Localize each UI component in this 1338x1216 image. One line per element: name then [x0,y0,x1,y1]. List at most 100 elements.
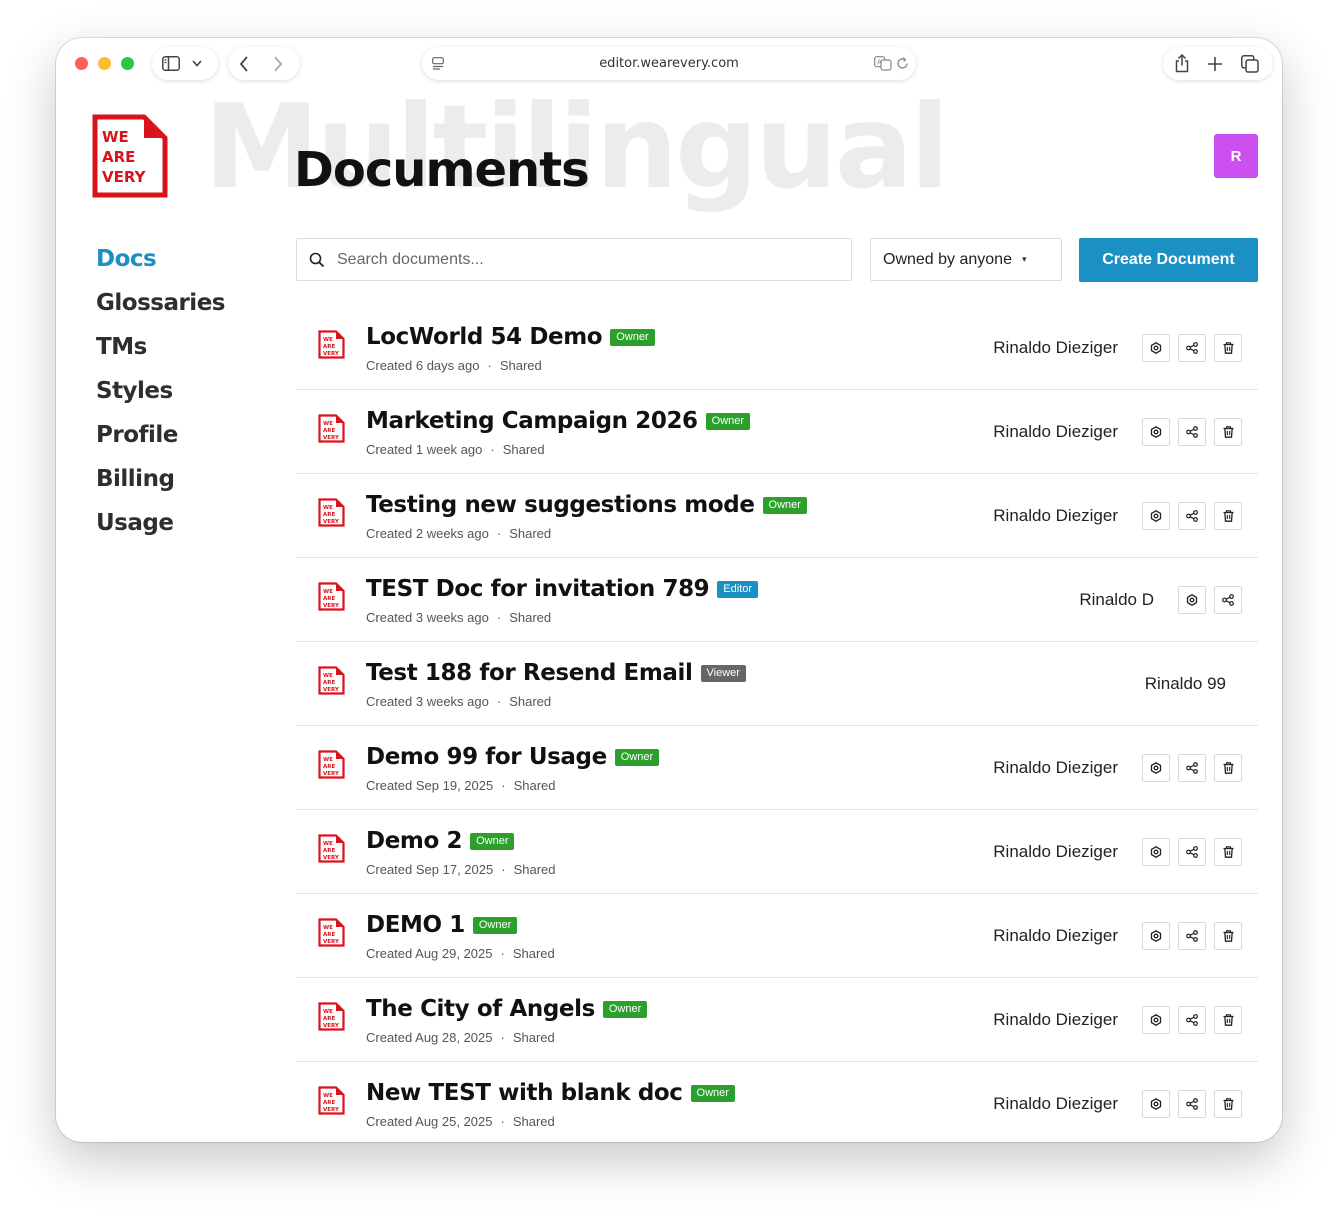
delete-button[interactable] [1214,502,1242,530]
document-title[interactable]: Marketing Campaign 2026 [366,408,698,434]
delete-button[interactable] [1214,418,1242,446]
avatar[interactable]: R [1214,134,1258,178]
shared-status: Shared [512,946,555,961]
sidebar-item-tms[interactable]: TMs [96,331,225,375]
document-actions: Rinaldo Dieziger [993,390,1242,474]
owner-name: Rinaldo Dieziger [993,758,1118,777]
translate-icon[interactable]: A [874,56,892,71]
new-tab-button[interactable] [1208,56,1222,71]
sidebar-item-docs[interactable]: Docs [96,243,225,287]
document-file-icon: WE ARE VERY [318,582,345,611]
share-button[interactable] [1178,1090,1206,1118]
svg-text:ARE: ARE [323,596,335,602]
document-title[interactable]: LocWorld 54 Demo [366,324,603,350]
create-document-button[interactable]: Create Document [1079,238,1258,282]
gear-icon [1150,510,1162,522]
share-button[interactable] [1178,922,1206,950]
reload-icon[interactable] [896,57,909,70]
document-row[interactable]: WE ARE VERY Testing new suggestions mode… [296,474,1258,558]
settings-button[interactable] [1142,418,1170,446]
role-badge: Owner [690,1084,735,1102]
document-row[interactable]: WE ARE VERY TEST Doc for invitation 789 E… [296,558,1258,642]
settings-button[interactable] [1142,502,1170,530]
sidebar-item-billing[interactable]: Billing [96,463,225,507]
sidebar-icon [162,56,180,71]
owner-name: Rinaldo Dieziger [993,506,1118,525]
search-input[interactable] [335,249,819,270]
gear-icon [1150,762,1162,774]
svg-text:VERY: VERY [323,855,340,861]
settings-button[interactable] [1142,1090,1170,1118]
meta-separator: · [496,610,502,625]
sidebar-toggle[interactable] [152,47,218,80]
delete-button[interactable] [1214,922,1242,950]
document-title[interactable]: Test 188 for Resend Email [366,660,693,686]
sidebar-item-styles[interactable]: Styles [96,375,225,419]
share-button[interactable] [1178,418,1206,446]
trash-icon [1223,1014,1234,1026]
document-title[interactable]: Testing new suggestions mode [366,492,755,518]
document-file-icon: WE ARE VERY [318,1086,345,1115]
delete-button[interactable] [1214,334,1242,362]
meta-separator: · [496,526,502,541]
sidebar-item-glossaries[interactable]: Glossaries [96,287,225,331]
document-row[interactable]: WE ARE VERY Marketing Campaign 2026 Owner… [296,390,1258,474]
document-row[interactable]: WE ARE VERY DEMO 1 Owner Created Aug 29, 2… [296,894,1258,978]
settings-button[interactable] [1142,754,1170,782]
share-button[interactable] [1178,334,1206,362]
share-button[interactable] [1178,1006,1206,1034]
settings-button[interactable] [1142,1006,1170,1034]
share-icon [1222,594,1234,606]
document-row[interactable]: WE ARE VERY The City of Angels Owner Creat… [296,978,1258,1062]
delete-button[interactable] [1214,1006,1242,1034]
role-badge: Owner [602,1000,648,1018]
document-file-icon: WE ARE VERY [318,498,345,527]
delete-button[interactable] [1214,1090,1242,1118]
settings-button[interactable] [1142,334,1170,362]
document-row[interactable]: WE ARE VERY Test 188 for Resend Email Vie… [296,642,1258,726]
role-badge: Owner [610,328,655,346]
search-icon [309,252,325,267]
owner-filter-select[interactable]: Owned by anyone ▾ [870,238,1062,281]
share-button[interactable] [1178,754,1206,782]
share-button[interactable] [1178,838,1206,866]
share-button[interactable] [1178,502,1206,530]
document-row[interactable]: WE ARE VERY LocWorld 54 Demo Owner Created… [296,306,1258,390]
document-row[interactable]: WE ARE VERY Demo 99 for Usage Owner Create… [296,726,1258,810]
settings-button[interactable] [1178,586,1206,614]
gear-icon [1150,846,1162,858]
zoom-window-button[interactable] [121,57,134,70]
delete-button[interactable] [1214,838,1242,866]
sidebar-item-usage[interactable]: Usage [96,507,225,551]
minimize-window-button[interactable] [98,57,111,70]
settings-button[interactable] [1142,922,1170,950]
document-title[interactable]: TEST Doc for invitation 789 [366,576,710,602]
close-window-button[interactable] [75,57,88,70]
document-title[interactable]: Demo 2 [366,828,462,854]
document-title[interactable]: Demo 99 for Usage [366,744,607,770]
document-row[interactable]: WE ARE VERY New TEST with blank doc Owner… [296,1062,1258,1142]
document-row[interactable]: WE ARE VERY Demo 2 Owner Created Sep 17, 2… [296,810,1258,894]
share-page-button[interactable] [1174,54,1190,73]
shared-status: Shared [513,862,556,877]
address-bar[interactable]: editor.wearevery.com A [422,47,916,80]
document-file-icon: WE ARE VERY [318,330,345,359]
forward-button[interactable] [273,55,283,72]
sidebar-item-profile[interactable]: Profile [96,419,225,463]
delete-button[interactable] [1214,754,1242,782]
svg-text:ARE: ARE [323,848,335,854]
settings-button[interactable] [1142,838,1170,866]
document-meta: Created 2 weeks ago · Shared [366,526,551,541]
document-title[interactable]: The City of Angels [366,996,595,1022]
svg-text:ARE: ARE [323,344,335,350]
svg-text:WE: WE [323,925,333,931]
document-title[interactable]: New TEST with blank doc [366,1080,683,1106]
document-meta: Created Aug 29, 2025 · Shared [366,946,555,961]
we-are-very-logo[interactable]: WE ARE VERY [92,114,168,198]
share-button[interactable] [1214,586,1242,614]
back-button[interactable] [239,55,249,72]
tab-overview-button[interactable] [1241,54,1259,73]
gear-icon [1150,1098,1162,1110]
document-title[interactable]: DEMO 1 [366,912,465,938]
svg-text:WE: WE [323,841,333,847]
